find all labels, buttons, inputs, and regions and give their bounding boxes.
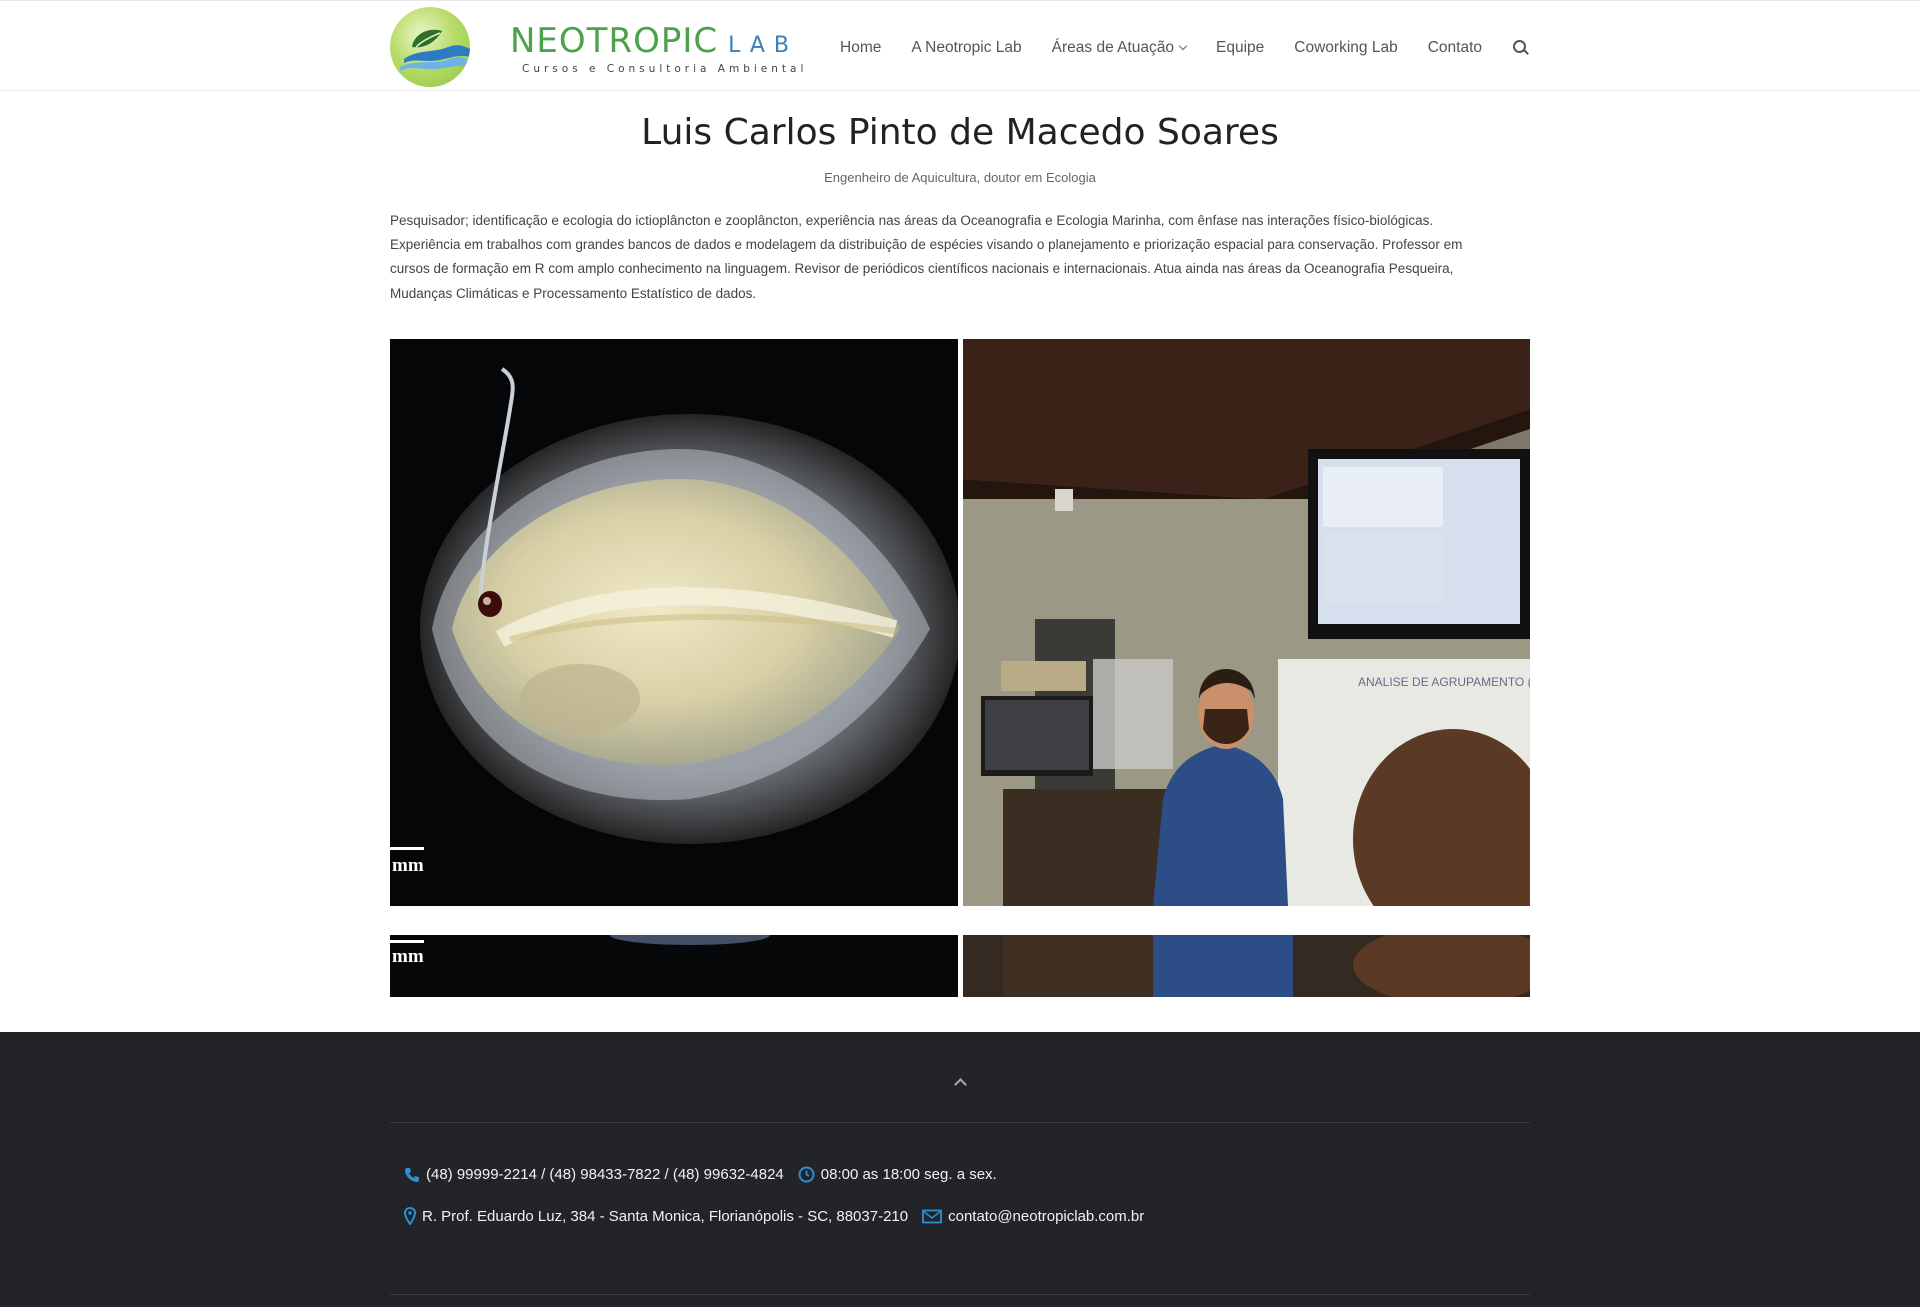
- site-footer: (48) 99999-2214 / (48) 98433-7822 / (48)…: [0, 1032, 1920, 1307]
- fish-larva-photo-thumb[interactable]: mm: [390, 935, 958, 997]
- main-navigation: Home A Neotropic Lab Áreas de Atuação Eq…: [840, 37, 1530, 59]
- fish-fin-fragment: [610, 935, 770, 945]
- bio-line: Pesquisador; identificação e ecologia do…: [390, 213, 1434, 228]
- logo-title: NEOTROPIC: [510, 21, 719, 61]
- nav-coworking-lab[interactable]: Coworking Lab: [1294, 39, 1397, 57]
- bio-paragraph: Pesquisador; identificação e ecologia do…: [390, 209, 1530, 306]
- classroom-illustration: ANALISE DE AGRUPAMENTO (CLUST: [963, 339, 1530, 906]
- whiteboard-text: ANALISE DE AGRUPAMENTO (CLUST: [1358, 675, 1530, 689]
- map-pin-icon: [404, 1207, 416, 1225]
- logo-suffix: LAB: [728, 33, 799, 58]
- site-header: NEOTROPIC LAB Cursos e Consultoria Ambien…: [0, 1, 1920, 91]
- fish-larva-illustration: [420, 367, 958, 844]
- chevron-down-icon: [1178, 41, 1188, 51]
- footer-contact-row-2: R. Prof. Eduardo Luz, 384 - Santa Monica…: [404, 1207, 1144, 1225]
- footer-contact-row-1: (48) 99999-2214 / (48) 98433-7822 / (48)…: [404, 1166, 997, 1183]
- footer-email[interactable]: contato@neotropiclab.com.br: [948, 1208, 1144, 1225]
- logo-wordmark: NEOTROPIC LAB: [510, 21, 798, 61]
- nav-equipe[interactable]: Equipe: [1216, 39, 1264, 57]
- nav-coworking-lab-label: Coworking Lab: [1294, 39, 1398, 56]
- logo-tagline: Cursos e Consultoria Ambiental: [522, 63, 808, 75]
- footer-address: R. Prof. Eduardo Luz, 384 - Santa Monica…: [422, 1207, 909, 1225]
- classroom-photo[interactable]: ANALISE DE AGRUPAMENTO (CLUST: [963, 339, 1530, 906]
- footer-divider: [390, 1122, 1530, 1123]
- phone-icon: [404, 1167, 420, 1183]
- scale-label: mm: [392, 855, 424, 876]
- scale-bar: [390, 847, 424, 850]
- nav-a-neotropic-lab[interactable]: A Neotropic Lab: [911, 39, 1021, 57]
- nav-contato-label: Contato: [1427, 39, 1482, 56]
- bio-line: Mudanças Climáticas e Processamento Esta…: [390, 285, 757, 301]
- envelope-icon: [922, 1209, 943, 1224]
- footer-hours: 08:00 as 18:00 seg. a sex.: [820, 1166, 997, 1183]
- nav-a-neotropic-lab-label: A Neotropic Lab: [911, 39, 1022, 56]
- footer-phones[interactable]: (48) 99999-2214 / (48) 98433-7822 / (48)…: [426, 1166, 784, 1183]
- clock-icon: [798, 1166, 815, 1183]
- back-to-top-chevron-up-icon[interactable]: [952, 1074, 968, 1090]
- page-subtitle: Engenheiro de Aquicultura, doutor em Eco…: [824, 170, 1096, 185]
- bio-line: Experiência em trabalhos com grandes ban…: [390, 237, 1463, 253]
- site-logo[interactable]: NEOTROPIC LAB Cursos e Consultoria Ambien…: [390, 7, 810, 89]
- fish-larva-photo[interactable]: mm: [390, 339, 958, 906]
- nav-home[interactable]: Home: [840, 39, 881, 57]
- bio-line: cursos de formação em R com amplo conhec…: [390, 261, 1454, 277]
- search-icon[interactable]: [1512, 39, 1530, 57]
- nav-home-label: Home: [840, 39, 882, 56]
- nav-areas-de-atuacao-label: Áreas de Atuação: [1051, 39, 1175, 56]
- nav-equipe-label: Equipe: [1216, 39, 1265, 56]
- logo-emblem: [390, 7, 470, 87]
- nav-areas-de-atuacao[interactable]: Áreas de Atuação: [1051, 39, 1188, 57]
- footer-bottom-divider: [390, 1294, 1530, 1295]
- classroom-photo-thumb[interactable]: [963, 935, 1530, 997]
- classroom-fragment: [963, 935, 1530, 997]
- page-title: Luis Carlos Pinto de Macedo Soares: [641, 112, 1279, 153]
- nav-contato[interactable]: Contato: [1428, 39, 1482, 57]
